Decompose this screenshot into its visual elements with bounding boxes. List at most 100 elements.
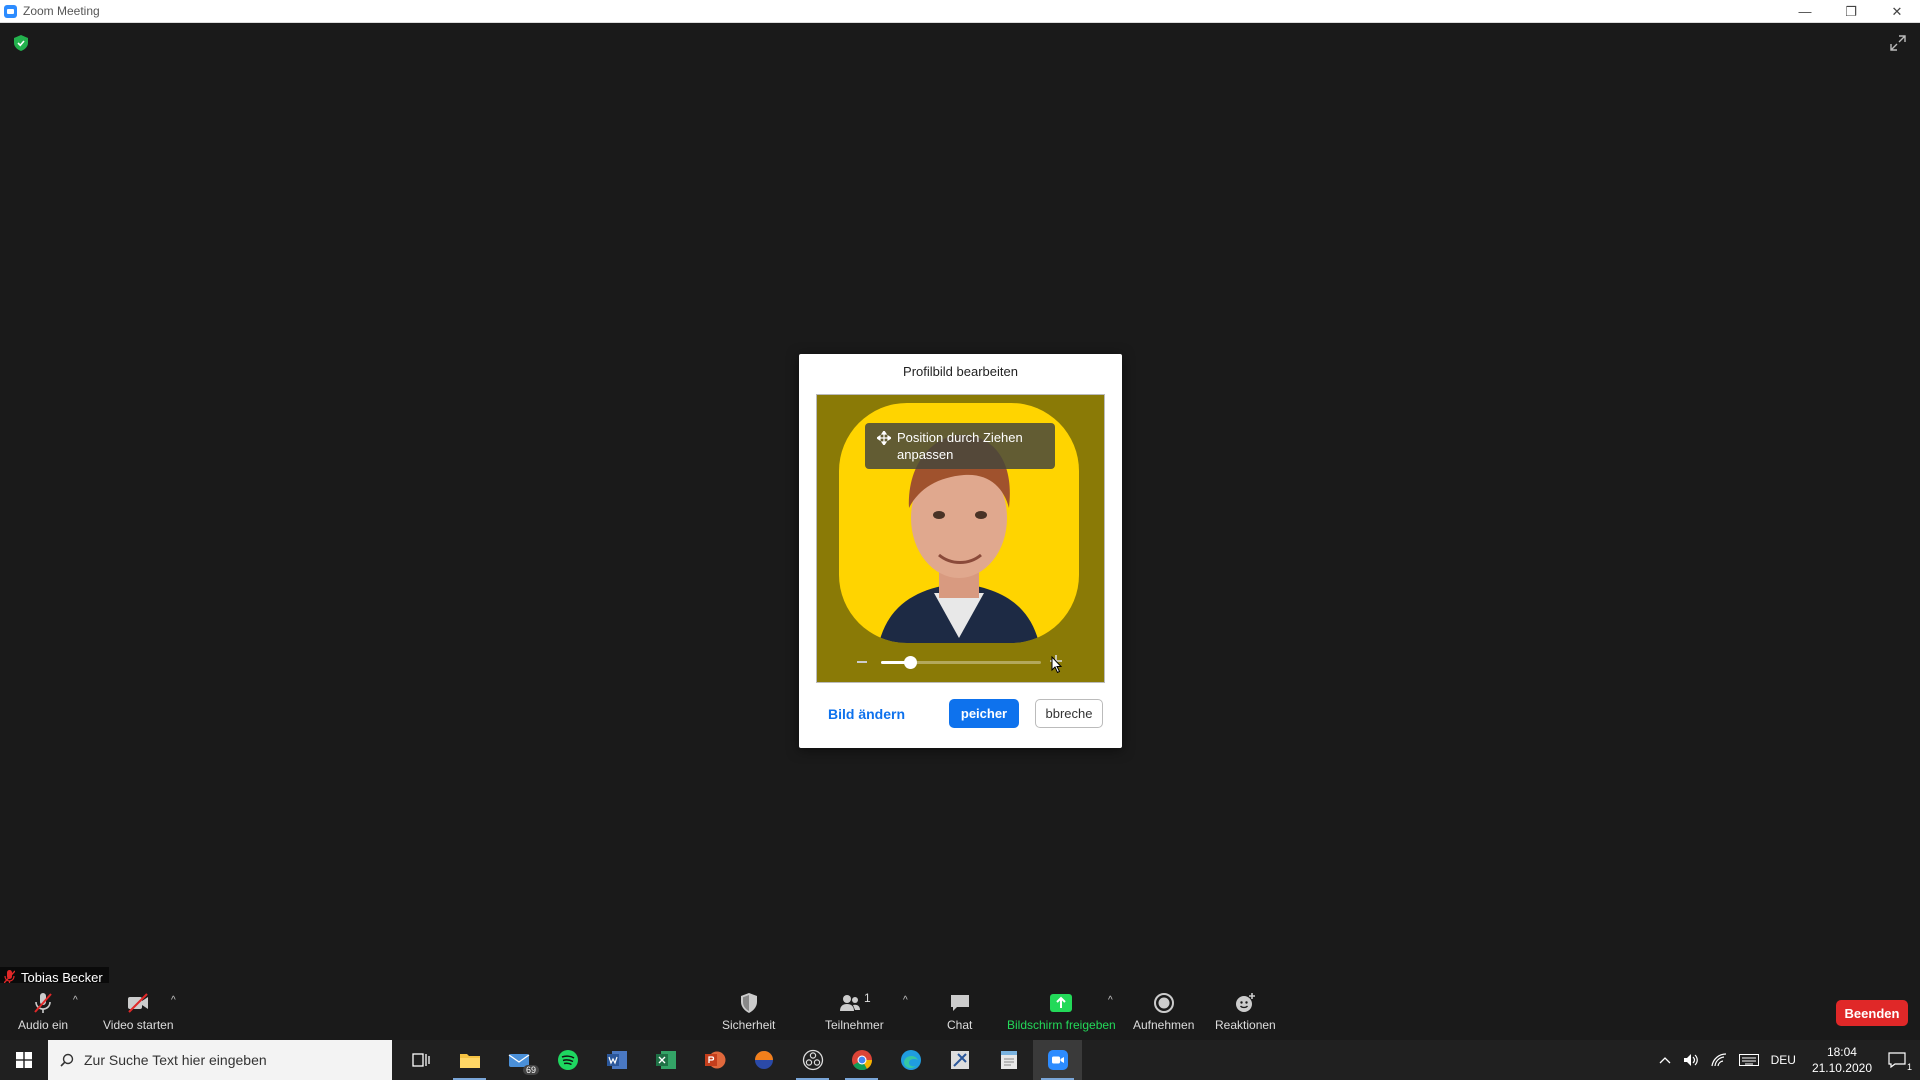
audio-label: Audio ein (18, 1018, 69, 1032)
app-orange-blue[interactable] (739, 1040, 788, 1080)
network-icon[interactable] (1710, 1053, 1727, 1067)
task-view-icon (411, 1053, 430, 1067)
record-button[interactable]: Aufnehmen (1133, 991, 1194, 1032)
zoom-slider[interactable] (881, 656, 1041, 669)
word-icon (606, 1051, 627, 1069)
excel-app[interactable] (641, 1040, 690, 1080)
notepad-app[interactable] (984, 1040, 1033, 1080)
video-off-icon (128, 993, 149, 1013)
obs-app[interactable] (788, 1040, 837, 1080)
video-button[interactable]: Video starten (103, 991, 174, 1032)
search-icon (60, 1053, 74, 1067)
zoom-app-icon (4, 4, 17, 18)
chrome-icon (851, 1050, 872, 1071)
reactions-label: Reaktionen (1215, 1018, 1276, 1032)
speaker-icon (1683, 1054, 1698, 1066)
share-screen-label: Bildschirm freigeben (1007, 1018, 1116, 1032)
clock-time: 18:04 (1826, 1045, 1857, 1059)
window-titlebar: Zoom Meeting — ❐ ✕ (0, 0, 1920, 23)
mail-badge: 69 (522, 1065, 539, 1075)
window-controls: — ❐ ✕ (1782, 0, 1920, 23)
record-label: Aufnehmen (1133, 1018, 1195, 1032)
system-tray: DEU 18:04 21.10.2020 1 (1653, 1040, 1920, 1080)
chat-label: Chat (947, 1018, 973, 1032)
share-screen-button[interactable]: Bildschirm freigeben (1007, 991, 1116, 1032)
mic-muted-icon (4, 970, 15, 984)
share-screen-icon (1050, 994, 1073, 1012)
shield-icon (740, 993, 757, 1013)
participants-label: Teilnehmer (825, 1018, 884, 1032)
photo-crop-area[interactable]: Position durch Ziehen anpassen (816, 394, 1105, 683)
audio-button[interactable]: Audio ein (18, 991, 68, 1032)
participants-count: 1 (864, 991, 871, 1005)
chat-icon (950, 995, 969, 1011)
snipping-tool-icon (950, 1051, 969, 1069)
mail-app[interactable]: 69 (494, 1040, 543, 1080)
notification-center[interactable]: 1 (1888, 1052, 1912, 1072)
spotify-app[interactable] (543, 1040, 592, 1080)
change-picture-button[interactable]: Bild ändern (828, 706, 905, 722)
tooltip-text: Position durch Ziehen anpassen (897, 430, 1023, 462)
tray-expand-icon[interactable] (1659, 1056, 1671, 1064)
clock-date: 21.10.2020 (1811, 1061, 1872, 1075)
wifi-icon (1710, 1053, 1726, 1067)
edit-profile-picture-dialog: Profilbild bearbeiten Position durch Zie… (799, 354, 1122, 748)
notification-count: 1 (1906, 1062, 1912, 1072)
video-options-caret[interactable]: ^ (171, 995, 176, 1006)
zoom-slider-thumb[interactable] (903, 656, 917, 669)
restore-button[interactable]: ❐ (1828, 0, 1874, 23)
windows-logo-icon (16, 1052, 32, 1068)
participants-button[interactable]: 1 Teilnehmer (825, 991, 884, 1032)
encryption-shield-icon[interactable] (14, 35, 28, 51)
powerpoint-app[interactable] (690, 1040, 739, 1080)
participants-icon-wrap: 1 (838, 991, 871, 1018)
language-indicator[interactable]: DEU (1771, 1053, 1796, 1067)
windows-taskbar: Zur Suche Text hier eingeben 69 DEU 18:0… (0, 1040, 1920, 1080)
zoom-control (817, 652, 1104, 674)
reactions-icon (1236, 993, 1256, 1012)
move-icon (877, 431, 891, 445)
touch-keyboard-icon (1738, 1054, 1759, 1066)
start-button[interactable] (0, 1040, 48, 1080)
edge-icon (900, 1050, 921, 1070)
zoom-app[interactable] (1033, 1040, 1082, 1080)
search-placeholder: Zur Suche Text hier eingeben (84, 1052, 267, 1068)
taskbar-clock[interactable]: 18:04 21.10.2020 (1812, 1044, 1872, 1076)
taskbar-search[interactable]: Zur Suche Text hier eingeben (48, 1040, 392, 1080)
chevron-up-icon (1659, 1057, 1671, 1064)
zoom-out-icon[interactable] (857, 661, 867, 663)
volume-icon[interactable] (1683, 1053, 1699, 1067)
powerpoint-icon (704, 1051, 725, 1069)
mic-muted-icon (34, 993, 52, 1013)
taskbar-apps: 69 (396, 1040, 1082, 1080)
security-button[interactable]: Sicherheit (722, 991, 775, 1032)
participants-options-caret[interactable]: ^ (903, 995, 908, 1006)
cancel-button[interactable]: bbreche (1035, 699, 1103, 728)
share-options-caret[interactable]: ^ (1108, 995, 1113, 1006)
fullscreen-icon[interactable] (1890, 35, 1906, 51)
minimize-button[interactable]: — (1782, 0, 1828, 23)
edge-app[interactable] (886, 1040, 935, 1080)
end-meeting-button[interactable]: Beenden (1836, 1000, 1908, 1026)
excel-icon (655, 1051, 676, 1069)
security-label: Sicherheit (722, 1018, 776, 1032)
participants-icon (840, 995, 860, 1011)
keyboard-icon[interactable] (1738, 1054, 1759, 1066)
chrome-app[interactable] (837, 1040, 886, 1080)
app-icon-orange (754, 1051, 773, 1069)
file-explorer-app[interactable] (445, 1040, 494, 1080)
close-button[interactable]: ✕ (1874, 0, 1920, 23)
record-icon (1153, 993, 1174, 1013)
snipping-tool-app[interactable] (935, 1040, 984, 1080)
reactions-button[interactable]: Reaktionen (1215, 991, 1276, 1032)
word-app[interactable] (592, 1040, 641, 1080)
audio-options-caret[interactable]: ^ (73, 995, 78, 1006)
task-view-button[interactable] (396, 1040, 445, 1080)
zoom-taskbar-icon (1047, 1050, 1068, 1070)
folder-icon (459, 1054, 480, 1068)
chat-button[interactable]: Chat (947, 991, 972, 1032)
save-button[interactable]: peicher (949, 699, 1019, 728)
dialog-title: Profilbild bearbeiten (903, 364, 1018, 379)
notification-icon (1888, 1052, 1906, 1068)
spotify-icon (557, 1050, 578, 1070)
